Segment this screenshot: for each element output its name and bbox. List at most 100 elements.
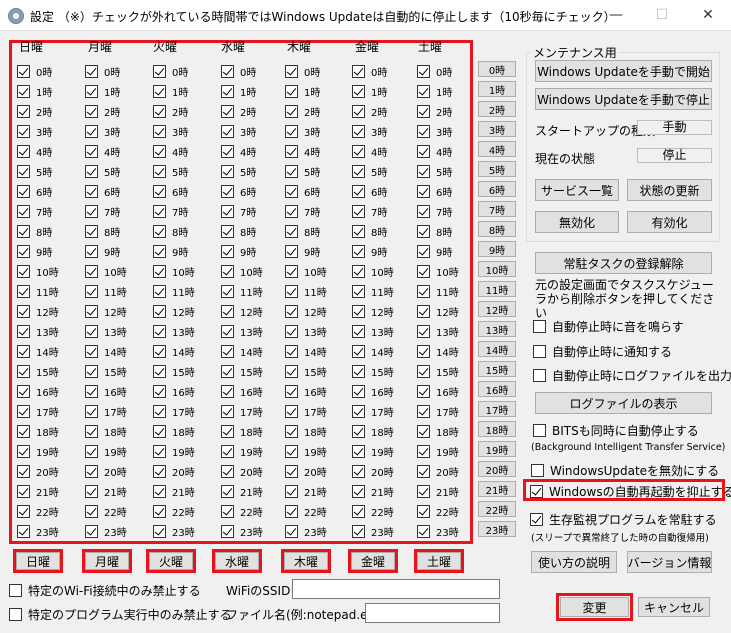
hour-checkbox[interactable] [85, 144, 98, 158]
hour-checkbox-row[interactable]: 8時 [285, 223, 320, 239]
hour-checkbox-row[interactable]: 11時 [153, 283, 195, 299]
hour-checkbox[interactable] [153, 244, 166, 258]
hour-toggle-button[interactable]: 23時 [478, 521, 516, 537]
hour-toggle-button[interactable]: 4時 [478, 141, 516, 157]
hour-checkbox[interactable] [417, 504, 430, 518]
hour-checkbox-row[interactable]: 10時 [85, 263, 127, 279]
hour-checkbox[interactable] [417, 324, 430, 338]
unregister-task-button[interactable]: 常駐タスクの登録解除 [535, 252, 712, 274]
hour-checkbox[interactable] [221, 504, 234, 518]
day-toggle-button[interactable]: 水曜 [215, 552, 259, 570]
hour-checkbox-row[interactable]: 8時 [352, 223, 387, 239]
hour-checkbox[interactable] [285, 504, 298, 518]
hour-checkbox-row[interactable]: 3時 [352, 123, 387, 139]
hour-checkbox-row[interactable]: 18時 [85, 423, 127, 439]
hour-checkbox[interactable] [85, 224, 98, 238]
hour-checkbox[interactable] [153, 124, 166, 138]
hour-checkbox-row[interactable]: 21時 [153, 483, 195, 499]
hour-checkbox-row[interactable]: 11時 [352, 283, 394, 299]
hour-checkbox-row[interactable]: 10時 [352, 263, 394, 279]
hour-checkbox[interactable] [17, 84, 30, 98]
hour-checkbox[interactable] [285, 184, 298, 198]
hour-toggle-button[interactable]: 8時 [478, 221, 516, 237]
hour-checkbox-row[interactable]: 13時 [221, 323, 263, 339]
hour-checkbox-row[interactable]: 21時 [221, 483, 263, 499]
hour-checkbox[interactable] [153, 344, 166, 358]
hour-checkbox[interactable] [417, 484, 430, 498]
hour-checkbox[interactable] [221, 164, 234, 178]
hour-checkbox-row[interactable]: 20時 [352, 463, 394, 479]
hour-checkbox-row[interactable]: 12時 [85, 303, 127, 319]
hour-toggle-button[interactable]: 18時 [478, 421, 516, 437]
hour-checkbox[interactable] [17, 424, 30, 438]
hour-checkbox-row[interactable]: 8時 [221, 223, 256, 239]
hour-checkbox-row[interactable]: 10時 [17, 263, 59, 279]
hour-checkbox[interactable] [85, 424, 98, 438]
hour-checkbox-row[interactable]: 0時 [417, 63, 452, 79]
hour-checkbox[interactable] [153, 464, 166, 478]
hour-checkbox-row[interactable]: 20時 [85, 463, 127, 479]
hour-checkbox[interactable] [221, 524, 234, 538]
hour-checkbox[interactable] [153, 524, 166, 538]
hour-checkbox[interactable] [352, 284, 365, 298]
sound-checkbox[interactable] [533, 320, 546, 333]
hour-checkbox[interactable] [352, 184, 365, 198]
hour-checkbox[interactable] [153, 364, 166, 378]
hour-toggle-button[interactable]: 5時 [478, 161, 516, 177]
hour-checkbox-row[interactable]: 3時 [17, 123, 52, 139]
hour-checkbox[interactable] [221, 224, 234, 238]
hour-checkbox[interactable] [221, 264, 234, 278]
hour-checkbox[interactable] [352, 524, 365, 538]
hour-checkbox-row[interactable]: 18時 [153, 423, 195, 439]
hour-checkbox[interactable] [417, 344, 430, 358]
hour-checkbox[interactable] [85, 504, 98, 518]
hour-checkbox-row[interactable]: 4時 [17, 143, 52, 159]
hour-checkbox-row[interactable]: 23時 [17, 523, 59, 539]
hour-checkbox[interactable] [417, 64, 430, 78]
hour-checkbox-row[interactable]: 7時 [285, 203, 320, 219]
hour-toggle-button[interactable]: 3時 [478, 121, 516, 137]
suppress-restart-checkbox[interactable] [530, 485, 543, 498]
hour-checkbox[interactable] [17, 324, 30, 338]
hour-checkbox[interactable] [285, 264, 298, 278]
hour-toggle-button[interactable]: 10時 [478, 261, 516, 277]
hour-checkbox[interactable] [17, 344, 30, 358]
hour-checkbox-row[interactable]: 8時 [85, 223, 120, 239]
hour-checkbox-row[interactable]: 13時 [352, 323, 394, 339]
hour-checkbox[interactable] [221, 304, 234, 318]
hour-checkbox[interactable] [153, 84, 166, 98]
hour-checkbox-row[interactable]: 12時 [417, 303, 459, 319]
hour-checkbox-row[interactable]: 1時 [285, 83, 320, 99]
hour-checkbox-row[interactable]: 10時 [417, 263, 459, 279]
hour-checkbox-row[interactable]: 16時 [221, 383, 263, 399]
hour-checkbox[interactable] [417, 224, 430, 238]
hour-checkbox-row[interactable]: 22時 [417, 503, 459, 519]
hour-checkbox-row[interactable]: 1時 [352, 83, 387, 99]
hour-checkbox[interactable] [85, 364, 98, 378]
hour-checkbox-row[interactable]: 15時 [153, 363, 195, 379]
hour-checkbox[interactable] [85, 484, 98, 498]
hour-checkbox[interactable] [221, 344, 234, 358]
hour-checkbox[interactable] [85, 324, 98, 338]
hour-checkbox[interactable] [153, 404, 166, 418]
hour-checkbox-row[interactable]: 22時 [221, 503, 263, 519]
hour-checkbox[interactable] [17, 284, 30, 298]
hour-checkbox[interactable] [85, 404, 98, 418]
hour-checkbox-row[interactable]: 21時 [85, 483, 127, 499]
hour-checkbox-row[interactable]: 23時 [221, 523, 263, 539]
hour-checkbox[interactable] [417, 144, 430, 158]
hour-checkbox[interactable] [285, 224, 298, 238]
hour-checkbox-row[interactable]: 18時 [352, 423, 394, 439]
hour-checkbox-row[interactable]: 15時 [85, 363, 127, 379]
hour-checkbox[interactable] [153, 184, 166, 198]
hour-checkbox[interactable] [85, 64, 98, 78]
hour-checkbox-row[interactable]: 14時 [153, 343, 195, 359]
hour-checkbox-row[interactable]: 16時 [153, 383, 195, 399]
hour-checkbox-row[interactable]: 13時 [17, 323, 59, 339]
hour-checkbox[interactable] [153, 304, 166, 318]
hour-checkbox[interactable] [153, 284, 166, 298]
hour-checkbox-row[interactable]: 19時 [417, 443, 459, 459]
hour-checkbox[interactable] [417, 304, 430, 318]
hour-checkbox-row[interactable]: 1時 [153, 83, 188, 99]
day-toggle-button[interactable]: 日曜 [16, 552, 60, 570]
